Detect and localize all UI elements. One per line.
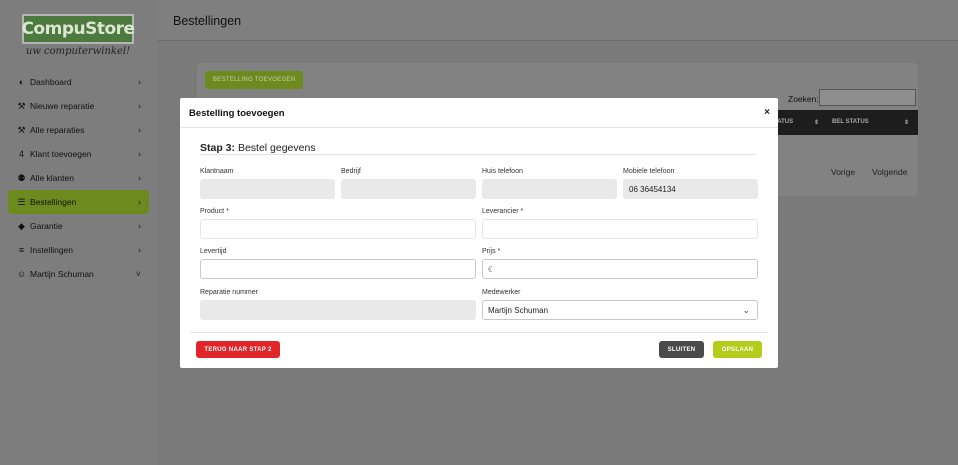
close-button[interactable]: SLUITEN — [659, 341, 704, 358]
chevron-right-icon: › — [138, 221, 141, 231]
close-icon[interactable]: × — [764, 107, 770, 118]
leverancier-label: Leverancier * — [482, 208, 523, 215]
mobiele-telefoon-field: 06 36454134 — [623, 179, 758, 199]
step-number: Stap 3: — [200, 142, 235, 154]
divider — [200, 154, 756, 155]
chevron-down-icon: ⌄ — [742, 305, 750, 316]
save-button[interactable]: OPSLAAN — [713, 341, 762, 358]
prijs-label: Prijs * — [482, 248, 500, 255]
sidebar-nav: ◐ Dashboard › ⚒ Nieuwe reparatie › ⚒ Alle repar… — [8, 70, 149, 286]
modal-header: Bestelling toevoegen × — [180, 98, 778, 128]
person-icon: ὆4 — [16, 149, 27, 159]
chevron-right-icon: › — [138, 245, 141, 255]
mobiele-telefoon-label: Mobiele telefoon — [623, 168, 674, 175]
compustore-logo[interactable]: CompuStore uw computerwinkel! — [22, 14, 134, 61]
step-heading: Stap 3: Bestel gegevens — [200, 142, 316, 154]
search-input[interactable] — [819, 89, 916, 106]
tools-icon: ⚒ — [16, 125, 27, 136]
chevron-right-icon: › — [138, 125, 141, 135]
users-icon: ⚉ — [16, 173, 27, 184]
chevron-right-icon: › — [138, 197, 141, 207]
chevron-right-icon: › — [138, 149, 141, 159]
palette-icon: ◐ — [16, 77, 27, 87]
step-title: Bestel gegevens — [238, 142, 316, 154]
add-order-modal: Bestelling toevoegen × Stap 3: Bestel ge… — [180, 98, 778, 368]
sidebar-item-klant-toevoegen[interactable]: ὆4 Klant toevoegen › — [8, 142, 149, 166]
sidebar-item-label: Nieuwe reparatie — [30, 101, 138, 111]
product-label: Product * — [200, 208, 229, 215]
back-to-step-2-button[interactable]: TERUG NAAR STAP 2 — [196, 341, 280, 358]
bedrijf-label: Bedrijf — [341, 168, 361, 175]
sidebar-item-label: Martijn Schuman — [30, 269, 136, 279]
sort-icon[interactable]: ⇕ — [904, 119, 909, 126]
sidebar-item-bestellingen[interactable]: ☰ Bestellingen › — [8, 190, 149, 214]
sidebar-item-label: Alle reparaties — [30, 125, 138, 135]
sidebar-item-label: Dashboard — [30, 77, 138, 87]
pager-next-button[interactable]: Volgende — [872, 167, 907, 177]
sidebar-item-martijn-schuman[interactable]: ☺ Martijn Schuman ˅ — [8, 262, 149, 286]
column-header-bel-status[interactable]: BEL STATUS — [832, 119, 869, 125]
logo-tagline: uw computerwinkel! — [22, 46, 134, 57]
logo-text: CompuStore — [21, 19, 134, 39]
sidebar: CompuStore uw computerwinkel! ◐ Dashboard… — [0, 0, 157, 465]
chevron-down-icon: ˅ — [136, 269, 141, 279]
sidebar-item-label: Alle klanten — [30, 173, 138, 183]
sliders-icon: ≡ — [16, 245, 27, 255]
top-bar: Bestellingen — [157, 0, 958, 41]
sidebar-item-garantie[interactable]: ◆ Garantie › — [8, 214, 149, 238]
sidebar-item-dashboard[interactable]: ◐ Dashboard › — [8, 70, 149, 94]
sidebar-item-alle-reparaties[interactable]: ⚒ Alle reparaties › — [8, 118, 149, 142]
sidebar-item-instellingen[interactable]: ≡ Instellingen › — [8, 238, 149, 262]
chevron-right-icon: › — [138, 101, 141, 111]
huis-telefoon-label: Huis telefoon — [482, 168, 523, 175]
levertijd-label: Levertijd — [200, 248, 226, 255]
sidebar-item-alle-klanten[interactable]: ⚉ Alle klanten › — [8, 166, 149, 190]
wrench-icon: ⚒ — [16, 101, 27, 112]
sidebar-item-label: Bestellingen — [30, 197, 138, 207]
sidebar-item-label: Instellingen — [30, 245, 138, 255]
medewerker-value: Martijn Schuman — [488, 306, 548, 315]
klantnaam-field — [200, 179, 335, 199]
prijs-input[interactable]: € — [482, 259, 758, 279]
add-order-button[interactable]: BESTELLING TOEVOEGEN — [205, 71, 303, 89]
footer-divider — [190, 332, 768, 333]
page-title: Bestellingen — [173, 14, 241, 28]
search-label: Zoeken: — [788, 94, 819, 104]
sidebar-item-nieuwe-reparatie[interactable]: ⚒ Nieuwe reparatie › — [8, 94, 149, 118]
huis-telefoon-field — [482, 179, 617, 199]
chevron-right-icon: › — [138, 173, 141, 183]
product-input[interactable] — [200, 219, 476, 239]
medewerker-select[interactable]: Martijn Schuman ⌄ — [482, 300, 758, 320]
cart-icon: ☰ — [16, 197, 27, 208]
logo-badge: CompuStore — [22, 14, 134, 44]
leverancier-input[interactable] — [482, 219, 758, 239]
sidebar-item-label: Klant toevoegen — [30, 149, 138, 159]
medewerker-label: Medewerker — [482, 289, 521, 296]
pager-prev-button[interactable]: Vorige — [831, 167, 855, 177]
shield-icon: ◆ — [16, 221, 27, 232]
klantnaam-label: Klantnaam — [200, 168, 233, 175]
sidebar-item-label: Garantie — [30, 221, 138, 231]
prijs-placeholder: € — [488, 265, 492, 274]
chevron-right-icon: › — [138, 77, 141, 87]
bedrijf-field — [341, 179, 476, 199]
levertijd-input[interactable] — [200, 259, 476, 279]
table-header: TATUS ⇕ BEL STATUS ⇕ — [778, 110, 918, 135]
modal-title: Bestelling toevoegen — [189, 108, 285, 119]
sort-icon[interactable]: ⇕ — [814, 119, 819, 126]
reparatie-nummer-label: Reparatie nummer — [200, 289, 258, 296]
reparatie-nummer-field — [200, 300, 476, 320]
user-icon: ☺ — [16, 269, 27, 279]
